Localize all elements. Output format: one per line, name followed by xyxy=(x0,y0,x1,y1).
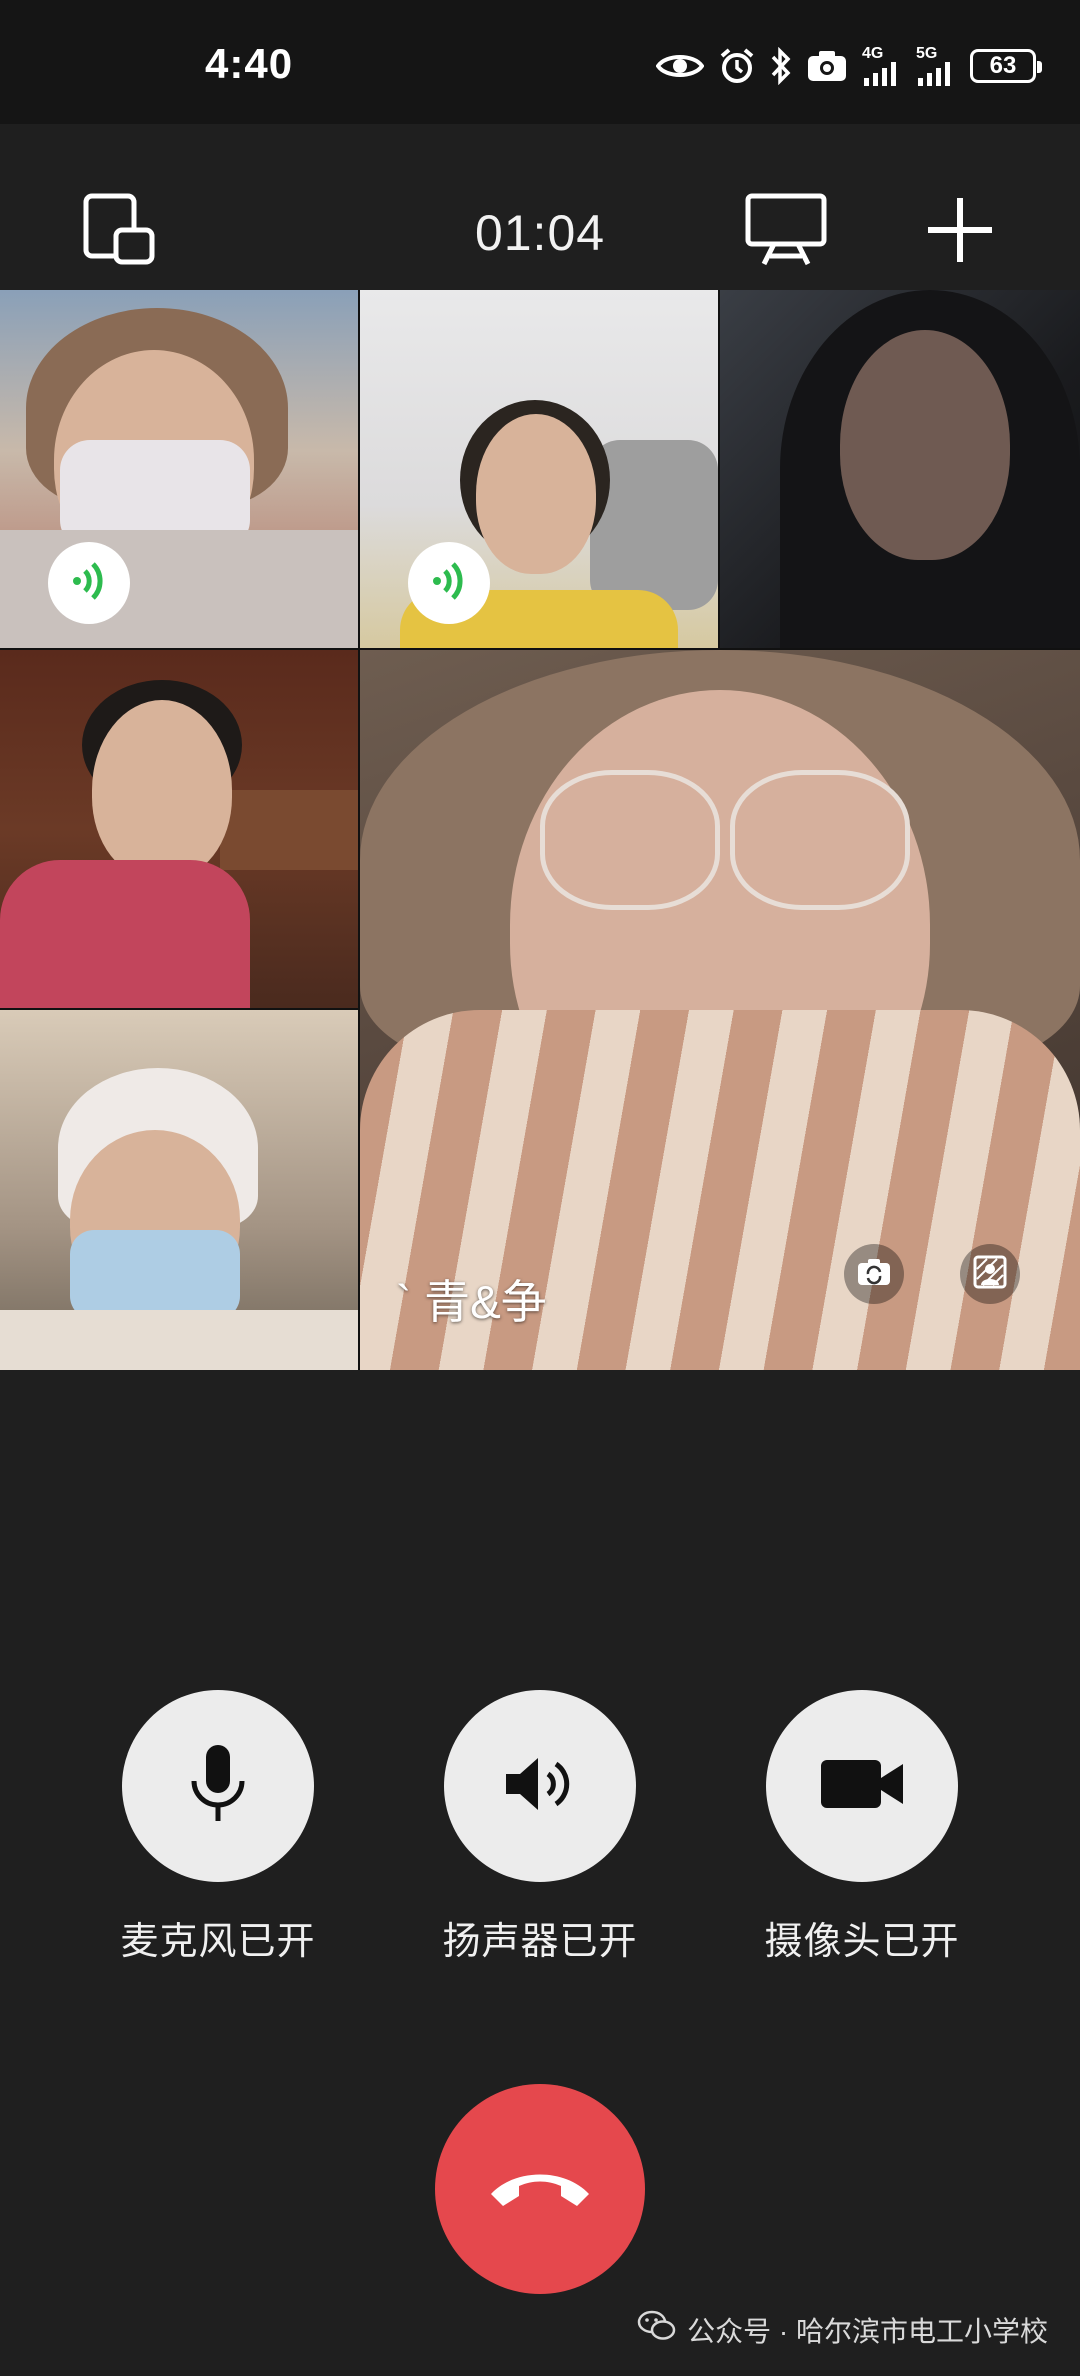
eye-icon xyxy=(656,50,704,82)
participant-tile-4[interactable] xyxy=(0,650,358,1008)
voice-wave-icon xyxy=(427,559,471,608)
call-controls: 麦克风已开 扬声器已开 摄像头已开 xyxy=(0,1690,1080,1990)
watermark: 公众号 · 哈尔滨市电工小学校 xyxy=(637,2309,1048,2350)
add-participant-button[interactable] xyxy=(912,184,1008,280)
minimize-window-button[interactable] xyxy=(72,184,168,280)
wechat-icon xyxy=(637,2309,677,2350)
bluetooth-icon xyxy=(770,47,792,85)
call-timer: 01:04 xyxy=(474,205,606,261)
speaker-toggle[interactable]: 扬声器已开 xyxy=(415,1690,665,1965)
status-bar: 4:40 4G 5G 63 xyxy=(0,0,1080,124)
speaker-label: 扬声器已开 xyxy=(442,1921,638,1963)
participant-tile-1[interactable] xyxy=(0,290,358,648)
signal-4g-icon: 4G xyxy=(862,46,902,86)
camera-label: 摄像头已开 xyxy=(764,1921,960,1963)
battery-icon: 63 xyxy=(970,49,1042,83)
video-grid: ` 青&争 xyxy=(0,290,1080,1370)
camera-icon xyxy=(806,49,848,83)
shelf-shape xyxy=(220,790,358,870)
speaker-icon xyxy=(500,1752,580,1821)
video-camera-icon xyxy=(819,1756,905,1817)
mask-shape xyxy=(70,1230,240,1320)
switch-camera-icon xyxy=(856,1257,892,1292)
status-icons: 4G 5G 63 xyxy=(656,44,1042,88)
face-shape xyxy=(476,414,596,574)
camera-toggle[interactable]: 摄像头已开 xyxy=(737,1690,987,1965)
microphone-icon xyxy=(186,1741,250,1832)
call-toolbar: 01:04 xyxy=(0,124,1080,290)
microphone-label: 麦克风已开 xyxy=(120,1921,316,1963)
background-blur-button[interactable] xyxy=(960,1244,1020,1304)
status-time: 4:40 xyxy=(205,40,294,87)
switch-camera-button[interactable] xyxy=(844,1244,904,1304)
self-video-tile[interactable]: ` 青&争 xyxy=(360,650,1080,1370)
minimize-window-icon xyxy=(82,192,158,273)
microphone-button[interactable] xyxy=(122,1690,314,1882)
body-shape xyxy=(0,860,250,1008)
screen-share-button[interactable] xyxy=(738,184,834,280)
speaking-indicator xyxy=(48,542,130,624)
microphone-toggle[interactable]: 麦克风已开 xyxy=(93,1690,343,1965)
glasses-left-shape xyxy=(540,770,720,910)
background-blur-icon xyxy=(973,1255,1007,1294)
voice-wave-icon xyxy=(67,559,111,608)
participant-tile-2[interactable] xyxy=(360,290,718,648)
body-shape xyxy=(0,1310,358,1370)
face-shape xyxy=(840,330,1010,560)
screen-share-icon xyxy=(744,192,828,273)
participant-tile-3[interactable] xyxy=(720,290,1080,648)
face-shape xyxy=(92,700,232,880)
participant-tile-5[interactable] xyxy=(0,1010,358,1370)
speaker-button[interactable] xyxy=(444,1690,636,1882)
speaking-indicator xyxy=(408,542,490,624)
self-name-label: ` 青&争 xyxy=(396,1276,547,1328)
pillow-shape xyxy=(590,440,718,610)
watermark-text: 公众号 · 哈尔滨市电工小学校 xyxy=(687,2315,1048,2347)
glasses-right-shape xyxy=(730,770,910,910)
add-participant-icon xyxy=(924,194,996,271)
alarm-icon xyxy=(718,47,756,85)
signal-5g-icon: 5G xyxy=(916,46,956,86)
hang-up-button[interactable] xyxy=(435,2084,645,2294)
hang-up-icon xyxy=(485,2162,595,2217)
camera-button[interactable] xyxy=(766,1690,958,1882)
